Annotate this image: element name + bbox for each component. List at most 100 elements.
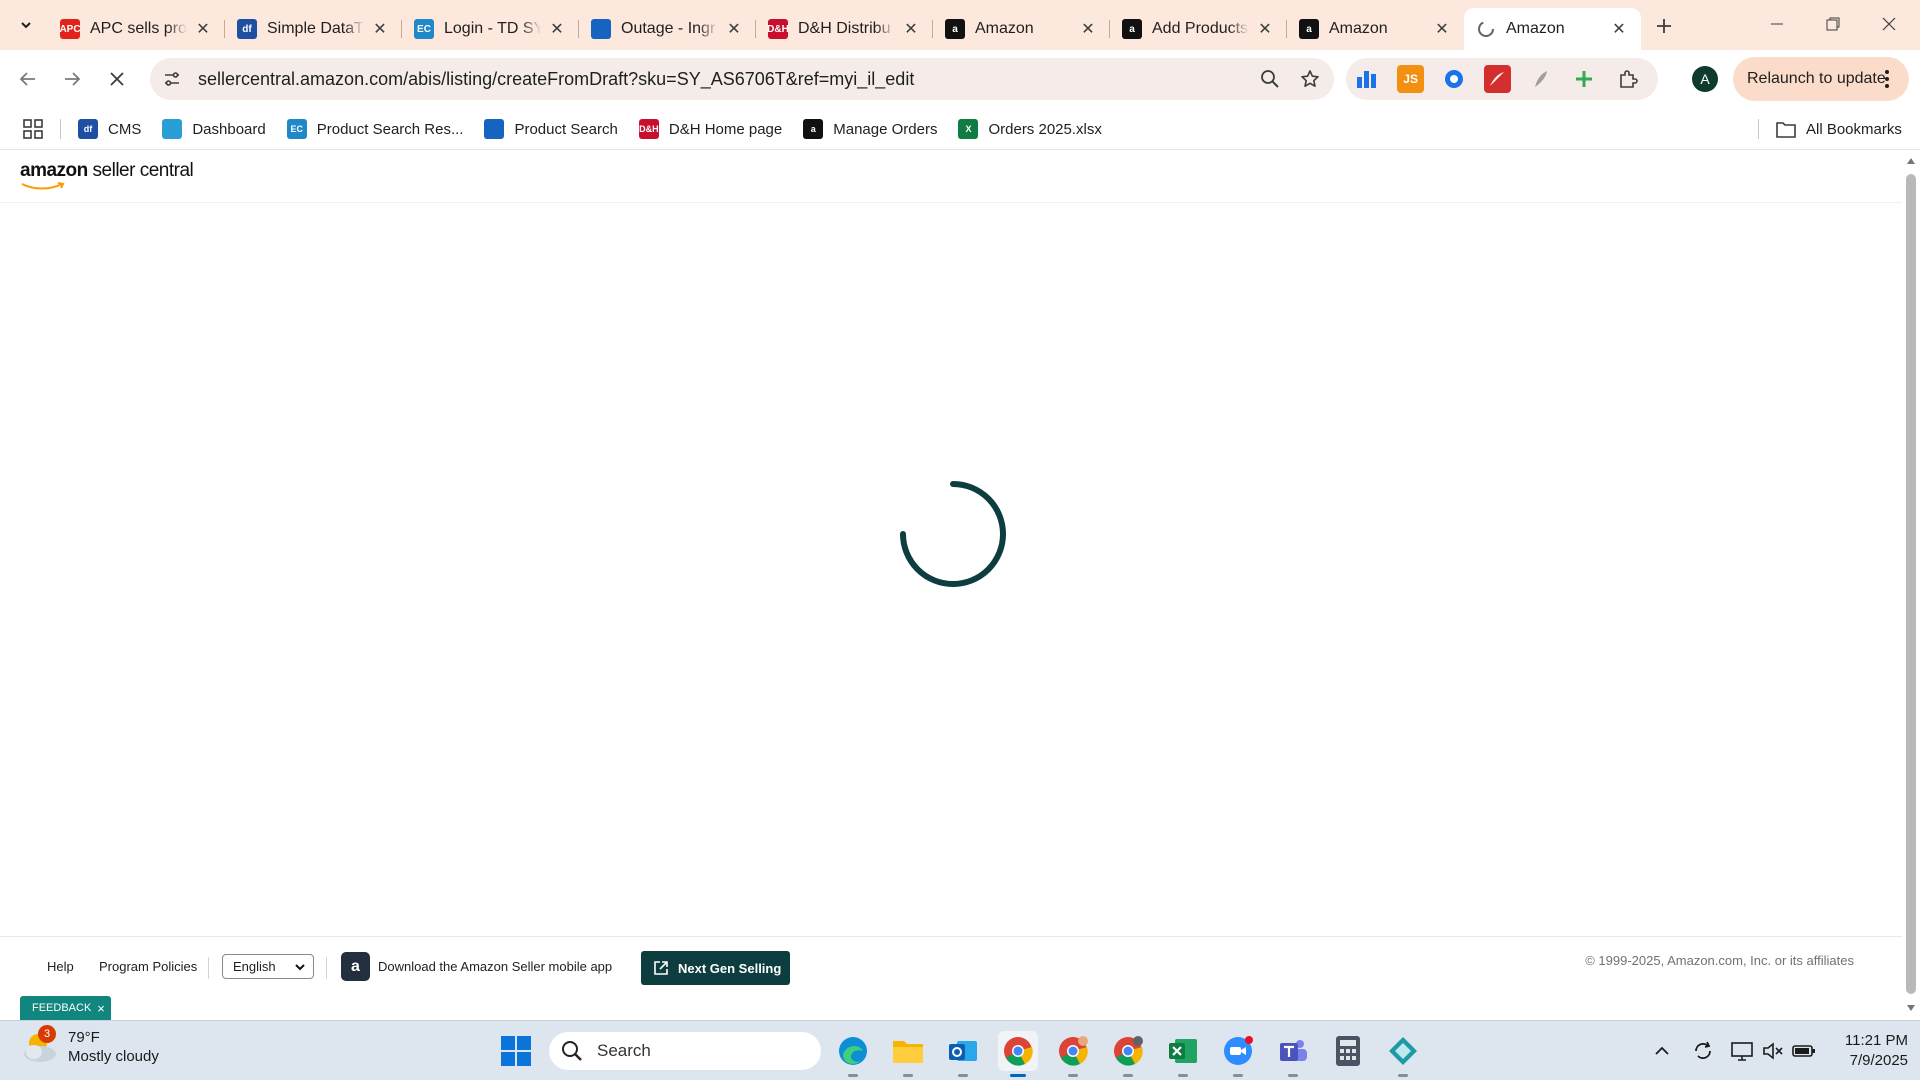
feedback-button[interactable]: FEEDBACK × xyxy=(20,996,111,1020)
show-hidden-icons-button[interactable] xyxy=(1649,1038,1675,1064)
url-text[interactable]: sellercentral.amazon.com/abis/listing/cr… xyxy=(198,69,1254,90)
close-tab-icon[interactable]: ✕ xyxy=(724,19,744,39)
scroll-down-arrow-icon[interactable] xyxy=(1906,1003,1916,1013)
zoom-button[interactable] xyxy=(1254,63,1286,95)
running-indicator xyxy=(1123,1074,1133,1077)
language-select[interactable]: English xyxy=(222,954,314,979)
soccer-extension-icon[interactable] xyxy=(1441,65,1467,93)
taskbar-app-chrome-profile-2[interactable] xyxy=(1053,1031,1093,1077)
next-gen-selling-button[interactable]: Next Gen Selling xyxy=(641,951,790,985)
browser-tab[interactable]: a Amazon ✕ xyxy=(1287,8,1464,50)
taskbar-app-file-explorer[interactable] xyxy=(888,1031,928,1077)
browser-tab[interactable]: Outage - Ingr ✕ xyxy=(579,8,756,50)
bookmark-item[interactable]: X Orders 2025.xlsx xyxy=(958,114,1102,144)
help-link[interactable]: Help xyxy=(47,959,74,974)
browser-tab[interactable]: a Amazon ✕ xyxy=(933,8,1110,50)
taskbar-app-excel[interactable] xyxy=(1163,1031,1203,1077)
windows-start-icon[interactable] xyxy=(500,1035,532,1067)
plus-icon xyxy=(1657,19,1671,33)
close-window-button[interactable] xyxy=(1866,8,1912,40)
browser-tab[interactable]: EC Login - TD SY ✕ xyxy=(402,8,579,50)
chevron-down-icon xyxy=(21,22,31,29)
zoom-icon xyxy=(1261,70,1279,88)
close-tab-icon[interactable]: ✕ xyxy=(370,19,390,39)
site-info-button[interactable] xyxy=(156,63,188,95)
pdf-extension-icon[interactable] xyxy=(1484,65,1511,93)
js-extension-icon[interactable]: JS xyxy=(1397,65,1424,93)
amazon-app-icon: a xyxy=(341,952,370,981)
browser-tab[interactable]: APC APC sells pro ✕ xyxy=(48,8,225,50)
amazon-logo-icon: a xyxy=(1122,19,1142,39)
pdf-icon xyxy=(1490,72,1505,86)
taskbar-app-zoom[interactable] xyxy=(1218,1031,1258,1077)
bookmark-item[interactable]: D&H D&H Home page xyxy=(638,114,782,144)
close-icon[interactable]: × xyxy=(97,1001,105,1016)
tab-list: APC APC sells pro ✕ df Simple DataT ✕ EC Login … xyxy=(48,8,1641,50)
close-tab-icon[interactable]: ✕ xyxy=(1609,19,1629,39)
taskbar-app-edge[interactable] xyxy=(833,1031,873,1077)
bookmark-item[interactable]: a Manage Orders xyxy=(803,114,937,144)
extensions-menu-button[interactable] xyxy=(1615,65,1641,93)
close-tab-icon[interactable]: ✕ xyxy=(547,19,567,39)
stop-loading-button[interactable] xyxy=(102,64,132,94)
close-tab-icon[interactable]: ✕ xyxy=(1432,19,1452,39)
bookmark-item[interactable]: df CMS xyxy=(78,114,141,144)
profile-avatar[interactable]: A xyxy=(1692,66,1718,92)
bookmark-item[interactable]: EC Product Search Res... xyxy=(286,114,463,144)
back-button[interactable] xyxy=(13,64,43,94)
taskbar-app-calculator[interactable] xyxy=(1328,1031,1368,1071)
running-indicator xyxy=(1010,1074,1026,1077)
taskbar-app-diamond[interactable] xyxy=(1383,1031,1423,1077)
bookmark-item[interactable]: Product Search xyxy=(484,114,618,144)
relaunch-button[interactable]: Relaunch to update xyxy=(1733,57,1909,101)
download-app-link[interactable]: a Download the Amazon Seller mobile app xyxy=(341,952,612,981)
browser-tab[interactable]: Amazon ✕ xyxy=(1464,8,1641,50)
taskbar-app-outlook[interactable] xyxy=(943,1031,983,1077)
browser-tab[interactable]: a Add Products ✕ xyxy=(1110,8,1287,50)
taskbar-search-box[interactable]: Search xyxy=(549,1032,821,1070)
page-scrollbar[interactable] xyxy=(1902,151,1920,1020)
taskbar-clock[interactable]: 11:21 PM 7/9/2025 xyxy=(1828,1031,1908,1071)
close-tab-icon[interactable]: ✕ xyxy=(193,19,213,39)
tab-search-button[interactable] xyxy=(12,11,40,39)
dashboard-logo-icon xyxy=(162,119,183,139)
sparkle-extension-icon[interactable] xyxy=(1571,65,1597,93)
amazon-logo-icon: a xyxy=(1299,19,1319,39)
dashboard-extension-icon[interactable] xyxy=(1354,65,1380,93)
weather-temp: 79°F xyxy=(68,1029,100,1046)
close-tab-icon[interactable]: ✕ xyxy=(1078,19,1098,39)
scroll-up-arrow-icon[interactable] xyxy=(1906,156,1916,166)
bookmark-star-button[interactable] xyxy=(1294,63,1326,95)
pen-extension-icon[interactable] xyxy=(1528,65,1554,93)
bookmark-item[interactable]: Dashboard xyxy=(162,114,266,144)
browser-tab[interactable]: D&H D&H Distribu ✕ xyxy=(756,8,933,50)
taskbar-app-chrome-profile-3[interactable] xyxy=(1108,1031,1148,1077)
restore-button[interactable] xyxy=(1810,8,1856,40)
volume-tray-icon[interactable] xyxy=(1760,1038,1786,1064)
taskbar-app-teams[interactable] xyxy=(1273,1031,1313,1077)
scrollbar-thumb[interactable] xyxy=(1906,174,1916,994)
minimize-button[interactable] xyxy=(1754,8,1800,40)
feather-icon xyxy=(1534,71,1547,87)
running-indicator xyxy=(1068,1074,1078,1077)
close-tab-icon[interactable]: ✕ xyxy=(1255,19,1275,39)
browser-menu-button[interactable] xyxy=(1877,68,1897,90)
ball-icon xyxy=(1445,70,1464,88)
tab-title: Simple DataT xyxy=(267,20,364,37)
all-bookmarks-button[interactable]: All Bookmarks xyxy=(1776,114,1902,144)
running-indicator xyxy=(848,1074,858,1077)
apps-button[interactable] xyxy=(20,116,46,142)
weather-widget[interactable]: 3 79°F Mostly cloudy xyxy=(20,1025,159,1067)
program-policies-link[interactable]: Program Policies xyxy=(99,959,197,974)
sync-tray-icon[interactable] xyxy=(1690,1038,1716,1064)
close-tab-icon[interactable]: ✕ xyxy=(901,19,921,39)
address-bar[interactable]: sellercentral.amazon.com/abis/listing/cr… xyxy=(150,58,1334,100)
outlook-icon xyxy=(949,1041,977,1061)
battery-tray-icon[interactable] xyxy=(1791,1038,1817,1064)
new-tab-button[interactable] xyxy=(1650,12,1678,40)
forward-button[interactable] xyxy=(57,64,87,94)
taskbar-app-chrome[interactable] xyxy=(998,1031,1038,1077)
browser-tab[interactable]: df Simple DataT ✕ xyxy=(225,8,402,50)
display-tray-icon[interactable] xyxy=(1729,1038,1755,1064)
amazon-seller-central-logo[interactable]: amazon seller central xyxy=(20,160,194,190)
